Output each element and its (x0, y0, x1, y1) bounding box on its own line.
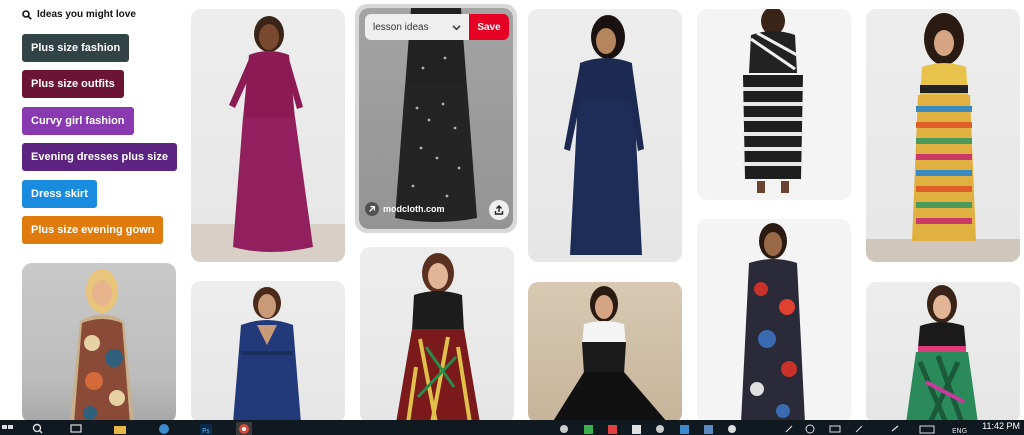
pin-image[interactable] (528, 9, 682, 262)
pin-image[interactable] (697, 9, 851, 200)
pin-photo (22, 263, 176, 423)
idea-chip-curvy-girl-fashion[interactable]: Curvy girl fashion (22, 107, 134, 135)
pin-image[interactable] (528, 282, 682, 423)
svg-text:ENG: ENG (952, 427, 967, 435)
pin-image[interactable] (22, 263, 176, 423)
pin-image[interactable] (697, 219, 851, 423)
chip-label: Plus size outfits (31, 78, 115, 90)
task-view-icon[interactable] (68, 422, 84, 435)
taskbar: Ps ENG 11:42 PM (0, 420, 1024, 435)
pin-photo (191, 281, 345, 423)
share-icon (494, 205, 504, 215)
pin-photo (359, 8, 513, 229)
chip-label: Plus size fashion (31, 42, 121, 54)
pin-hovered[interactable]: lesson ideas Save modcloth.com (355, 4, 517, 233)
pin-image[interactable] (866, 9, 1020, 262)
pinterest-grid-page: Ideas you might love Plus size fashion P… (0, 0, 1024, 435)
windows-start-icon[interactable] (0, 422, 16, 435)
chevron-down-icon (452, 24, 461, 30)
idea-chip-evening-dresses-plus-size[interactable]: Evening dresses plus size (22, 143, 177, 171)
search-icon (22, 9, 32, 20)
ideas-header: Ideas you might love (22, 9, 136, 20)
photoshop-icon[interactable]: Ps (198, 422, 214, 435)
pin-image[interactable] (866, 282, 1020, 423)
pin-photo (528, 9, 682, 262)
system-tray-icons[interactable]: ENG (780, 422, 980, 435)
ideas-header-label: Ideas you might love (37, 9, 136, 20)
hover-shade (359, 8, 513, 229)
pin-photo (360, 247, 514, 423)
source-link[interactable]: modcloth.com (365, 202, 445, 216)
pin-photo (191, 9, 345, 262)
share-button[interactable] (489, 200, 509, 220)
board-select-label: lesson ideas (373, 21, 429, 33)
pin-photo (697, 9, 851, 200)
source-link-label: modcloth.com (383, 204, 445, 214)
edge-browser-icon[interactable] (156, 422, 172, 435)
pin-image[interactable] (191, 9, 345, 262)
file-explorer-icon[interactable] (112, 422, 128, 435)
chip-label: Dress skirt (31, 188, 88, 200)
idea-chip-dress-skirt[interactable]: Dress skirt (22, 180, 97, 208)
chip-label: Curvy girl fashion (31, 115, 125, 127)
pin-photo (528, 282, 682, 423)
chip-label: Plus size evening gown (31, 224, 155, 236)
arrow-up-right-icon (365, 202, 379, 216)
svg-text:Ps: Ps (202, 427, 210, 435)
tray-app-icons[interactable] (556, 422, 756, 435)
idea-chip-plus-size-outfits[interactable]: Plus size outfits (22, 70, 124, 98)
pin-photo (866, 282, 1020, 423)
chrome-browser-icon[interactable] (236, 422, 252, 435)
taskbar-clock[interactable]: 11:42 PM (982, 421, 1020, 431)
board-select[interactable]: lesson ideas (365, 14, 469, 40)
pin-photo (697, 219, 851, 423)
save-button[interactable]: Save (469, 14, 509, 40)
chip-label: Evening dresses plus size (31, 151, 168, 163)
search-icon[interactable] (30, 422, 46, 435)
pin-image[interactable] (360, 247, 514, 423)
idea-chip-plus-size-evening-gown[interactable]: Plus size evening gown (22, 216, 164, 244)
idea-chip-plus-size-fashion[interactable]: Plus size fashion (22, 34, 130, 62)
pin-photo (866, 9, 1020, 262)
pin-image[interactable] (191, 281, 345, 423)
